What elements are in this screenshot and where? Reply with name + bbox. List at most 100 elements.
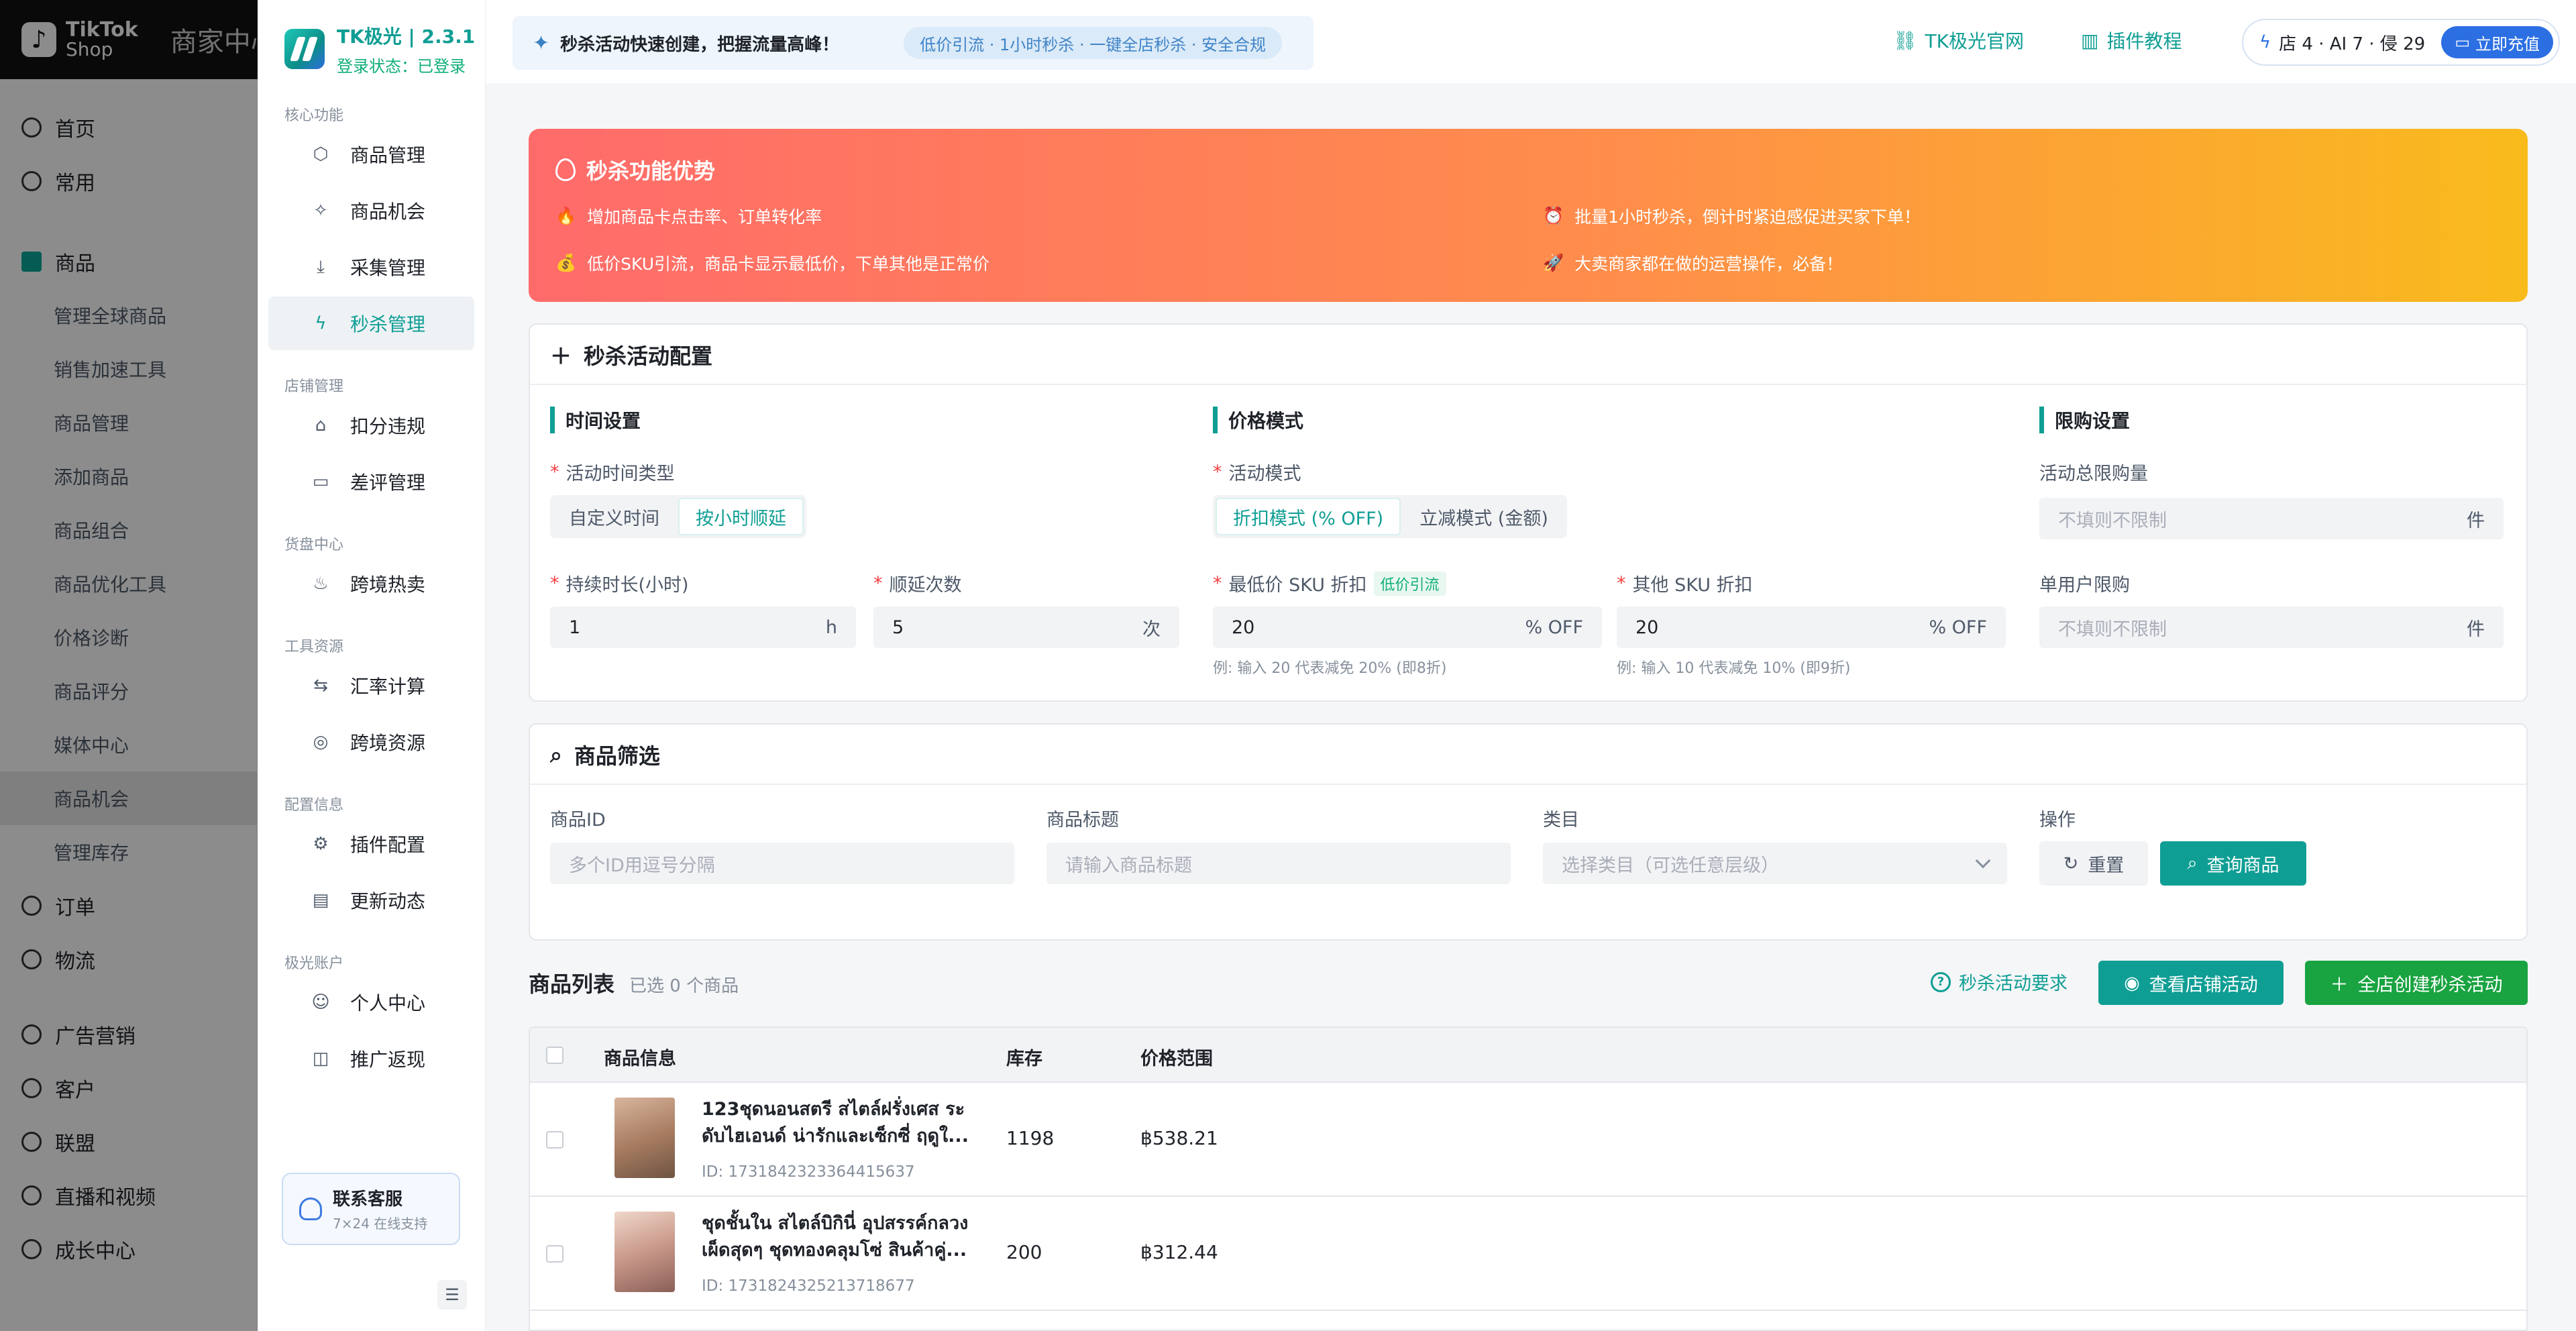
product-thumbnail [614,1098,675,1178]
user-limit-input[interactable]: 不填则不限制 件 [2039,606,2504,648]
low-price-tag: 低价引流 [1373,571,1446,596]
button-label: 查看店铺活动 [2149,974,2258,996]
nav-exchange-rate[interactable]: ⇆ 汇率计算 [268,659,474,712]
limit-section-title: 限购设置 [2039,407,2130,433]
support-card[interactable]: 联系客服 7×24 在线支持 [282,1173,460,1245]
column-header: 库存 [1006,1049,1042,1069]
collapse-sidebar-button[interactable]: ☰ [437,1280,467,1310]
filter-title: ⌕ 商品筛选 [550,739,660,770]
nav-product-management[interactable]: ⬡ 商品管理 [268,127,474,181]
time-type-custom[interactable]: 自定义时间 [553,498,676,535]
nav-referral[interactable]: ◫ 推广返现 [268,1032,474,1085]
nav-label: 跨境资源 [350,732,426,754]
product-title-input[interactable]: 请输入商品标题 [1046,843,1511,884]
announcement-text: 秒杀活动快速创建，把握流量高峰！ [560,34,840,55]
create-store-flash-sale-button[interactable]: ＋ 全店创建秒杀活动 [2305,961,2528,1005]
input-placeholder: 不填则不限制 [2058,619,2167,640]
product-id-input[interactable]: 多个ID用逗号分隔 [550,843,1014,884]
row-checkbox[interactable] [546,1131,564,1149]
action-label: 操作 [2039,810,2076,831]
help-icon: ? [1931,971,1951,992]
message-icon: ▭ [312,472,329,492]
column-header: 商品信息 [604,1049,676,1069]
nav-label: 推广返现 [350,1049,426,1071]
link-label: TK极光官网 [1925,30,2025,52]
table-row[interactable]: ชุดชั้นใน สไตล์บิกินี่ อุปสรรค์กลวง เผ็ด… [530,1198,2526,1311]
flame-icon [555,158,576,181]
category-select[interactable]: 选择类目（可选任意层级） [1543,843,2007,884]
mode-reduction[interactable]: 立减模式 (金额) [1403,498,1564,535]
repeat-count-input[interactable]: 5次 [873,606,1179,648]
plugin-sidebar: TK极光 | 2.3.1 登录状态：已登录 核心功能 ⬡ 商品管理 ✧ 商品机会 ⤓… [258,0,486,1331]
nav-label: 跨境热卖 [350,574,426,596]
nav-violations[interactable]: ⌂ 扣分违规 [268,398,474,452]
group-config: 配置信息 [284,797,344,814]
nav-plugin-config[interactable]: ⚙ 插件配置 [268,817,474,871]
duration-label: * 持续时长(小时) [550,570,689,596]
other-sku-discount-input[interactable]: 20 % OFF [1617,606,2006,648]
view-store-activities-button[interactable]: ◉ 查看店铺活动 [2098,961,2284,1005]
benefit-item: ⏰ 批量1小时秒杀，倒计时紧迫感促进买家下单！ [1543,204,1921,228]
nav-label: 商品机会 [350,201,426,223]
nav-cross-border-resources[interactable]: ◎ 跨境资源 [268,715,474,769]
recharge-button[interactable]: ▭ 立即充值 [2441,26,2553,58]
tutorial-link[interactable]: ▥ 插件教程 [2081,27,2182,54]
input-suffix: % OFF [1525,617,1583,638]
low-sku-discount-input[interactable]: 20 % OFF [1213,606,1602,648]
nav-label: 商品管理 [350,144,426,166]
mode-discount[interactable]: 折扣模式 (% OFF) [1216,498,1401,535]
nav-profile[interactable]: ☺ 个人中心 [268,975,474,1029]
nav-label: 扣分违规 [350,415,426,437]
row-checkbox[interactable] [546,1245,564,1263]
duration-input[interactable]: 1h [550,606,856,648]
nav-product-opportunity[interactable]: ✧ 商品机会 [268,184,474,237]
store-icon: ⌂ [315,415,327,435]
nav-bad-reviews[interactable]: ▭ 差评管理 [268,455,474,509]
cube-icon: ⬡ [313,144,329,164]
time-section-title: 时间设置 [550,407,641,433]
product-stock: 1198 [1006,1127,1055,1149]
quota-pill: ϟ 店 4 · AI 7 · 侵 29 ▭ 立即充值 [2242,19,2560,66]
announcement-tag: 低价引流 · 1小时秒杀 · 一键全店秒杀 · 安全合规 [904,27,1283,59]
nav-label: 差评管理 [350,472,426,494]
input-suffix: % OFF [1929,617,1987,638]
benefit-text: 增加商品卡点击率、订单转化率 [587,207,822,227]
nav-hot-selling[interactable]: ♨ 跨境热卖 [268,557,474,610]
input-value: 5 [892,617,904,638]
flash-sale-benefits-banner: 秒杀功能优势 🔥 增加商品卡点击率、订单转化率 ⏰ 批量1小时秒杀，倒计时紧迫感促进… [529,129,2528,302]
select-all-checkbox[interactable] [546,1047,564,1064]
nav-label: 采集管理 [350,257,426,279]
modal-overlay[interactable] [0,0,258,1331]
news-icon: ▤ [312,890,329,910]
price-mode-segment: 折扣模式 (% OFF) 立减模式 (金额) [1213,495,1567,538]
plugin-name: TK极光 | 2.3.1 [337,25,476,48]
card-icon: ▭ [2455,33,2470,52]
reset-button[interactable]: ↻ 重置 [2039,841,2148,886]
group-account: 极光账户 [284,955,344,972]
table-row[interactable]: 123ชุดนอนสตรี สไตล์ฝรั่งเศส ระดับไฮเอนด์… [530,1084,2526,1197]
input-placeholder: 不填则不限制 [2058,510,2167,531]
nav-label: 汇率计算 [350,676,426,698]
group-tools: 工具资源 [284,639,344,655]
time-type-segment: 自定义时间 按小时顺延 [550,495,806,538]
requirements-link[interactable]: ? 秒杀活动要求 [1931,969,2068,995]
benefit-text: 低价SKU引流，商品卡显示最低价，下单其他是正常价 [587,254,990,274]
gift-icon: ◫ [312,1049,329,1069]
nav-collection[interactable]: ⤓ 采集管理 [268,240,474,294]
rocket-icon: 🚀 [1543,253,1564,272]
product-price: ฿312.44 [1140,1241,1218,1263]
low-sku-hint: 例: 输入 20 代表减免 20% (即8折) [1213,660,1447,677]
announcement-banner: ✦ 秒杀活动快速创建，把握流量高峰！ 低价引流 · 1小时秒杀 · 一键全店秒杀… [513,16,1313,70]
selected-count: 已选 0 个商品 [629,976,739,996]
link-icon: ⛓ [1893,29,1917,52]
official-site-link[interactable]: ⛓ TK极光官网 [1893,27,2024,54]
nav-flash-sale[interactable]: ϟ 秒杀管理 [268,297,474,350]
filter-title-text: 商品筛选 [574,743,660,769]
total-limit-input[interactable]: 不填则不限制 件 [2039,498,2504,539]
repeat-label: * 顺延次数 [873,570,962,596]
time-type-hourly[interactable]: 按小时顺延 [678,498,804,535]
search-products-button[interactable]: ⌕ 查询商品 [2160,841,2306,886]
alarm-clock-icon: ⏰ [1543,206,1564,225]
link-label: 插件教程 [2106,30,2182,52]
nav-updates[interactable]: ▤ 更新动态 [268,873,474,927]
